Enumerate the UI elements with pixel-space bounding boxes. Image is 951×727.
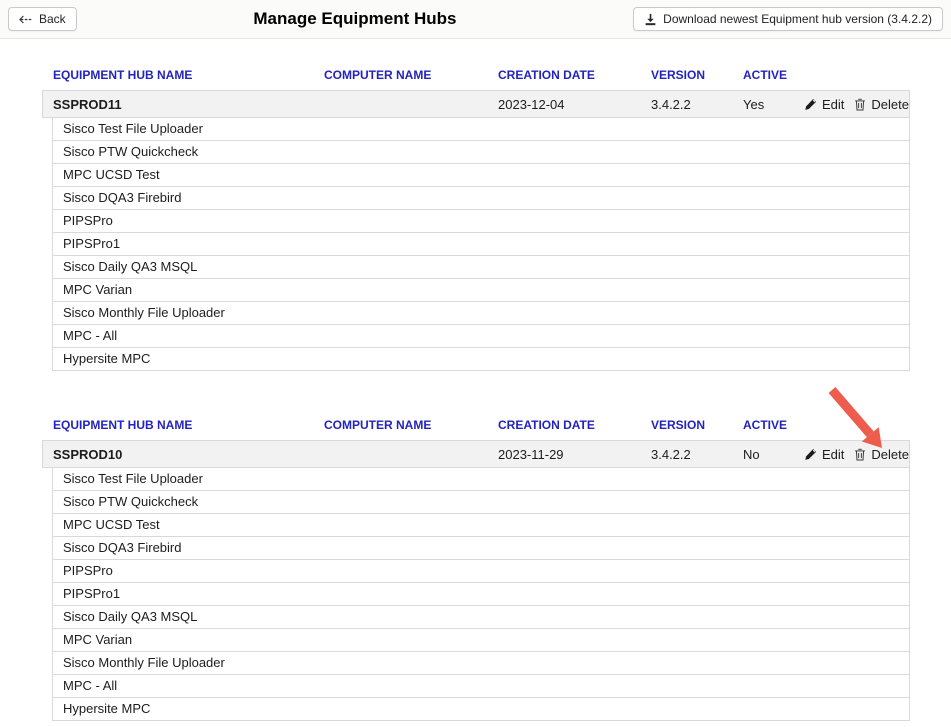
delete-label: Delete — [871, 447, 909, 462]
hub-creation-date: 2023-12-04 — [488, 97, 641, 112]
device-row: PIPSPro — [53, 560, 909, 583]
device-name: PIPSPro — [63, 213, 113, 228]
device-name: MPC UCSD Test — [63, 167, 160, 182]
column-header: VERSION — [640, 68, 732, 82]
device-row: MPC - All — [53, 325, 909, 348]
device-row: Sisco Test File Uploader — [53, 118, 909, 141]
hub-table: EQUIPMENT HUB NAME COMPUTER NAME CREATIO… — [42, 62, 910, 371]
column-header: EQUIPMENT HUB NAME — [42, 418, 313, 432]
device-name: Sisco PTW Quickcheck — [63, 494, 198, 509]
hub-table: EQUIPMENT HUB NAME COMPUTER NAME CREATIO… — [42, 412, 910, 721]
column-header: COMPUTER NAME — [313, 418, 487, 432]
device-name: Hypersite MPC — [63, 701, 150, 716]
device-name: PIPSPro1 — [63, 236, 120, 251]
edit-label: Edit — [822, 97, 844, 112]
delete-label: Delete — [871, 97, 909, 112]
trash-icon — [854, 448, 866, 461]
device-name: PIPSPro1 — [63, 586, 120, 601]
device-row: Hypersite MPC — [53, 348, 909, 371]
pencil-icon — [804, 448, 817, 461]
back-button[interactable]: Back — [8, 7, 77, 31]
device-name: MPC - All — [63, 678, 117, 693]
hub-active: No — [733, 447, 804, 462]
device-list: Sisco Test File Uploader Sisco PTW Quick… — [52, 118, 910, 371]
device-list: Sisco Test File Uploader Sisco PTW Quick… — [52, 468, 910, 721]
device-row: Sisco Daily QA3 MSQL — [53, 606, 909, 629]
edit-label: Edit — [822, 447, 844, 462]
device-name: Sisco DQA3 Firebird — [63, 540, 181, 555]
device-row: MPC - All — [53, 675, 909, 698]
device-row: MPC Varian — [53, 629, 909, 652]
hub-tables: EQUIPMENT HUB NAME COMPUTER NAME CREATIO… — [0, 39, 951, 721]
column-header: CREATION DATE — [487, 68, 640, 82]
device-name: MPC - All — [63, 328, 117, 343]
device-name: MPC Varian — [63, 282, 132, 297]
device-row: Sisco PTW Quickcheck — [53, 491, 909, 514]
page-title: Manage Equipment Hubs — [77, 9, 633, 29]
pencil-icon — [804, 98, 817, 111]
edit-button[interactable]: Edit — [804, 97, 844, 112]
hub-name: SSPROD10 — [43, 447, 314, 462]
hub-main-row: SSPROD11 2023-12-04 3.4.2.2 Yes Edit — [42, 90, 910, 118]
table-header-row: EQUIPMENT HUB NAME COMPUTER NAME CREATIO… — [42, 412, 910, 440]
column-header: EQUIPMENT HUB NAME — [42, 68, 313, 82]
device-name: PIPSPro — [63, 563, 113, 578]
hub-name: SSPROD11 — [43, 97, 314, 112]
device-row: PIPSPro1 — [53, 583, 909, 606]
device-row: Sisco Daily QA3 MSQL — [53, 256, 909, 279]
device-row: Sisco Monthly File Uploader — [53, 652, 909, 675]
device-name: MPC Varian — [63, 632, 132, 647]
table-header-row: EQUIPMENT HUB NAME COMPUTER NAME CREATIO… — [42, 62, 910, 90]
device-row: MPC Varian — [53, 279, 909, 302]
download-icon — [644, 13, 657, 26]
device-name: MPC UCSD Test — [63, 517, 160, 532]
delete-button[interactable]: Delete — [854, 447, 909, 462]
device-name: Sisco Monthly File Uploader — [63, 305, 225, 320]
hub-version: 3.4.2.2 — [641, 97, 733, 112]
device-name: Sisco Test File Uploader — [63, 121, 203, 136]
hub-actions: Edit Delete — [804, 447, 917, 462]
trash-icon — [854, 98, 866, 111]
hub-active: Yes — [733, 97, 804, 112]
hub-main-row: SSPROD10 2023-11-29 3.4.2.2 No Edit — [42, 440, 910, 468]
column-header: ACTIVE — [732, 68, 803, 82]
device-row: Sisco DQA3 Firebird — [53, 537, 909, 560]
hub-version: 3.4.2.2 — [641, 447, 733, 462]
device-name: Sisco Daily QA3 MSQL — [63, 609, 197, 624]
device-row: MPC UCSD Test — [53, 514, 909, 537]
device-row: Sisco Test File Uploader — [53, 468, 909, 491]
device-row: Sisco DQA3 Firebird — [53, 187, 909, 210]
download-button-label: Download newest Equipment hub version (3… — [663, 12, 932, 26]
device-row: Sisco PTW Quickcheck — [53, 141, 909, 164]
edit-button[interactable]: Edit — [804, 447, 844, 462]
download-hub-version-button[interactable]: Download newest Equipment hub version (3… — [633, 7, 943, 31]
device-name: Sisco PTW Quickcheck — [63, 144, 198, 159]
hub-actions: Edit Delete — [804, 97, 917, 112]
device-row: Hypersite MPC — [53, 698, 909, 721]
column-header: COMPUTER NAME — [313, 68, 487, 82]
device-name: Sisco DQA3 Firebird — [63, 190, 181, 205]
top-bar: Back Manage Equipment Hubs Download newe… — [0, 0, 951, 39]
device-row: Sisco Monthly File Uploader — [53, 302, 909, 325]
hub-creation-date: 2023-11-29 — [488, 447, 641, 462]
back-arrow-icon — [19, 15, 33, 24]
delete-button[interactable]: Delete — [854, 97, 909, 112]
device-row: PIPSPro — [53, 210, 909, 233]
device-name: Sisco Daily QA3 MSQL — [63, 259, 197, 274]
device-name: Sisco Test File Uploader — [63, 471, 203, 486]
device-name: Hypersite MPC — [63, 351, 150, 366]
device-row: PIPSPro1 — [53, 233, 909, 256]
device-row: MPC UCSD Test — [53, 164, 909, 187]
column-header: CREATION DATE — [487, 418, 640, 432]
back-button-label: Back — [39, 12, 66, 26]
device-name: Sisco Monthly File Uploader — [63, 655, 225, 670]
column-header: VERSION — [640, 418, 732, 432]
column-header: ACTIVE — [732, 418, 803, 432]
